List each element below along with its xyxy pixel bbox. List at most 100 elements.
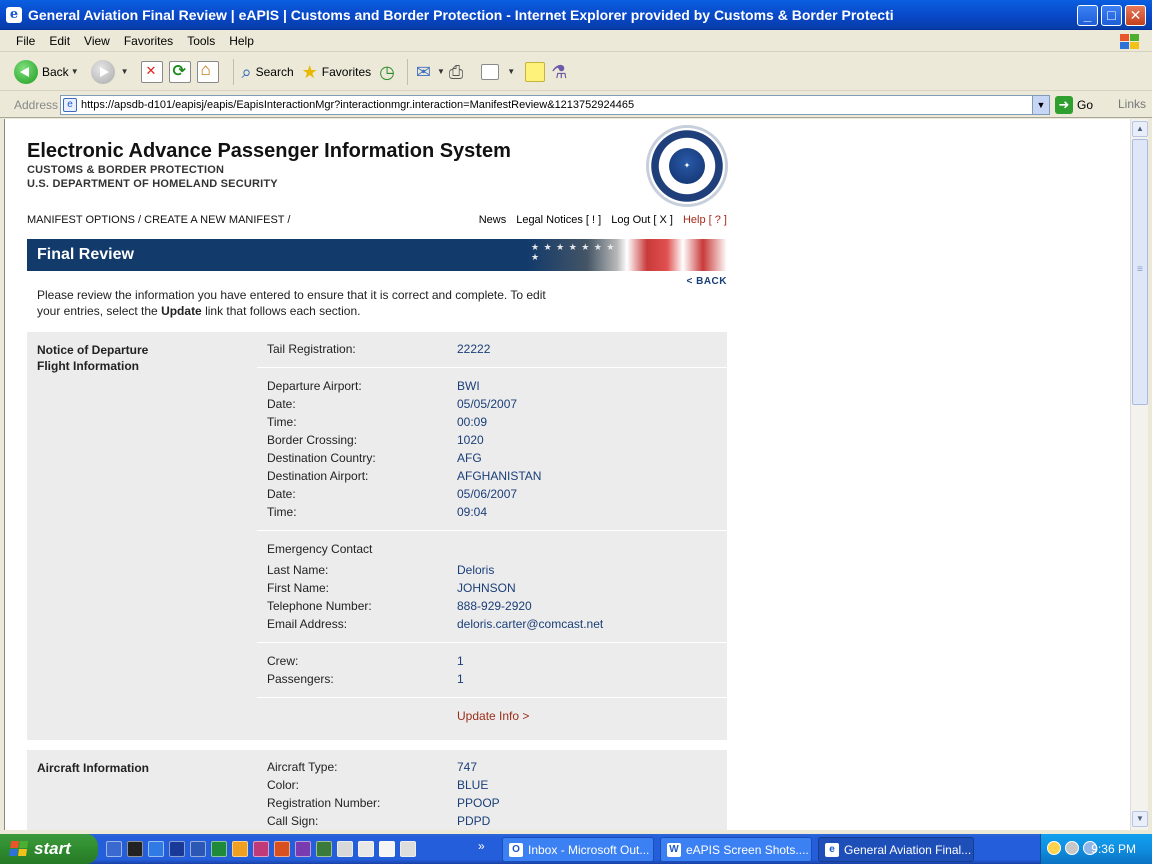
departure-title-line-1: Notice of Departure <box>37 343 149 357</box>
minimize-button[interactable]: _ <box>1077 5 1098 26</box>
top-nav: News Legal Notices [ ! ] Log Out [ X ] H… <box>479 214 727 226</box>
links-toolbar[interactable]: Links <box>1118 97 1146 111</box>
field-value: 22222 <box>457 342 491 356</box>
outlook-icon[interactable] <box>232 841 248 857</box>
ie-task-icon: e <box>825 842 839 857</box>
field-value: JOHNSON <box>457 581 516 595</box>
field-label: Passengers: <box>267 672 334 686</box>
powerpoint-icon[interactable] <box>274 841 290 857</box>
windows-logo-icon <box>1118 32 1140 50</box>
ie-icon: e <box>6 6 22 23</box>
field-value: AFGHANISTAN <box>457 469 542 483</box>
back-dropdown-icon[interactable]: ▼ <box>71 67 79 76</box>
tool-icon[interactable] <box>337 841 353 857</box>
window-titlebar[interactable]: e General Aviation Final Review | eAPIS … <box>0 0 1152 30</box>
field-label: Call Sign: <box>267 814 319 828</box>
legal-notices-link[interactable]: Legal Notices [ ! ] <box>516 214 601 226</box>
back-link[interactable]: < BACK <box>686 276 727 287</box>
favorites-button[interactable]: ★ Favorites <box>302 62 372 82</box>
go-button[interactable]: ➜ Go <box>1055 96 1093 114</box>
research-icon[interactable]: ⚗ <box>551 62 567 82</box>
back-label: Back <box>42 64 69 79</box>
quicklaunch-more-icon[interactable]: » <box>478 839 485 853</box>
tray-clock-icon[interactable] <box>1047 841 1061 855</box>
taskbar: start » O Inbox - Microsoft Out... W eAP… <box>0 834 1152 864</box>
menu-help[interactable]: Help <box>229 34 254 48</box>
menu-favorites[interactable]: Favorites <box>124 34 173 48</box>
stop-icon[interactable] <box>140 60 163 83</box>
update-info-link[interactable]: Update Info > <box>457 709 529 723</box>
edit-dropdown-icon[interactable]: ▼ <box>507 67 515 76</box>
eagle-icon: ✦ <box>669 148 705 184</box>
windows-flag-icon <box>9 841 29 857</box>
scroll-down-icon[interactable]: ▼ <box>1132 811 1148 827</box>
aircraft-row: Aircraft Type: 747 <box>267 760 717 778</box>
menu-tools[interactable]: Tools <box>187 34 215 48</box>
field-label: Email Address: <box>267 617 348 631</box>
flight-row: Time: 09:04 <box>267 505 717 523</box>
departure-title-line-2: Flight Information <box>37 359 139 373</box>
back-arrow-icon <box>14 59 38 84</box>
field-value: 1 <box>457 654 464 668</box>
ie-quicklaunch-icon[interactable] <box>106 841 122 857</box>
search-button[interactable]: ⌕ Search <box>242 62 294 82</box>
maximize-button[interactable]: □ <box>1101 5 1122 26</box>
print-icon[interactable]: ⎙ <box>449 62 463 82</box>
address-label: Address <box>14 97 59 112</box>
cmd-icon[interactable] <box>127 841 143 857</box>
menu-view[interactable]: View <box>84 34 110 48</box>
taskbar-item-word[interactable]: W eAPIS Screen Shots.... <box>660 837 812 862</box>
onenote-icon[interactable] <box>295 841 311 857</box>
aircraft-row: Registration Number: PPOOP <box>267 796 717 814</box>
browser-icon[interactable] <box>148 841 164 857</box>
paint-icon[interactable] <box>358 841 374 857</box>
taskbar-item-ie[interactable]: e General Aviation Final... <box>818 837 974 862</box>
forward-button[interactable]: ▼ <box>90 59 133 84</box>
tail-registration-row: Tail Registration: 22222 <box>267 342 717 360</box>
aircraft-section-title: Aircraft Information <box>37 761 150 775</box>
field-value: 09:04 <box>457 505 488 519</box>
menu-file[interactable]: File <box>16 34 35 48</box>
logout-link[interactable]: Log Out [ X ] <box>611 214 673 226</box>
excel-icon[interactable] <box>211 841 227 857</box>
window-controls: _ □ ✕ <box>1077 5 1146 26</box>
breadcrumb[interactable]: MANIFEST OPTIONS / CREATE A NEW MANIFEST… <box>27 214 290 226</box>
mail-icon[interactable]: ✉ <box>416 62 431 82</box>
word-icon[interactable] <box>190 841 206 857</box>
scroll-up-icon[interactable]: ▲ <box>1132 121 1148 137</box>
publisher-icon[interactable] <box>253 841 269 857</box>
field-label: First Name: <box>267 581 330 595</box>
app-icon[interactable] <box>169 841 185 857</box>
field-label: Date: <box>267 487 296 501</box>
close-button[interactable]: ✕ <box>1125 5 1146 26</box>
refresh-icon[interactable] <box>168 60 191 83</box>
note-icon[interactable] <box>525 61 546 82</box>
project-icon[interactable] <box>316 841 332 857</box>
help-link[interactable]: Help [ ? ] <box>683 214 727 226</box>
window-title: General Aviation Final Review | eAPIS | … <box>28 6 894 23</box>
menu-edit[interactable]: Edit <box>49 34 70 48</box>
edit-word-icon[interactable] <box>481 63 500 80</box>
departure-section: Notice of Departure Flight Information T… <box>27 332 727 740</box>
tool3-icon[interactable] <box>400 841 416 857</box>
menu-bar: File Edit View Favorites Tools Help <box>0 30 1152 52</box>
forward-dropdown-icon[interactable]: ▼ <box>121 67 129 76</box>
mail-dropdown-icon[interactable]: ▼ <box>437 67 445 76</box>
outlook-task-icon: O <box>509 842 523 857</box>
scrollbar-thumb[interactable] <box>1132 139 1148 405</box>
address-dropdown-icon[interactable]: ▼ <box>1032 96 1049 114</box>
history-icon[interactable]: ◷ <box>379 62 395 82</box>
address-bar: Address e https://apsdb-d101/eapisj/eapi… <box>0 92 1152 118</box>
address-input[interactable]: e https://apsdb-d101/eapisj/eapis/EapisI… <box>60 95 1050 115</box>
taskbar-item-outlook[interactable]: O Inbox - Microsoft Out... <box>502 837 654 862</box>
home-icon[interactable] <box>196 60 219 83</box>
contact-row: Email Address: deloris.carter@comcast.net <box>267 617 717 635</box>
news-link[interactable]: News <box>479 214 507 226</box>
vertical-scrollbar[interactable]: ▲ ▼ <box>1130 119 1148 830</box>
back-button[interactable]: Back ▼ <box>14 59 83 84</box>
field-value: deloris.carter@comcast.net <box>457 617 604 631</box>
field-value: BLUE <box>457 778 489 792</box>
tool2-icon[interactable] <box>379 841 395 857</box>
tray-volume-icon[interactable] <box>1065 841 1079 855</box>
start-button[interactable]: start <box>0 834 98 864</box>
